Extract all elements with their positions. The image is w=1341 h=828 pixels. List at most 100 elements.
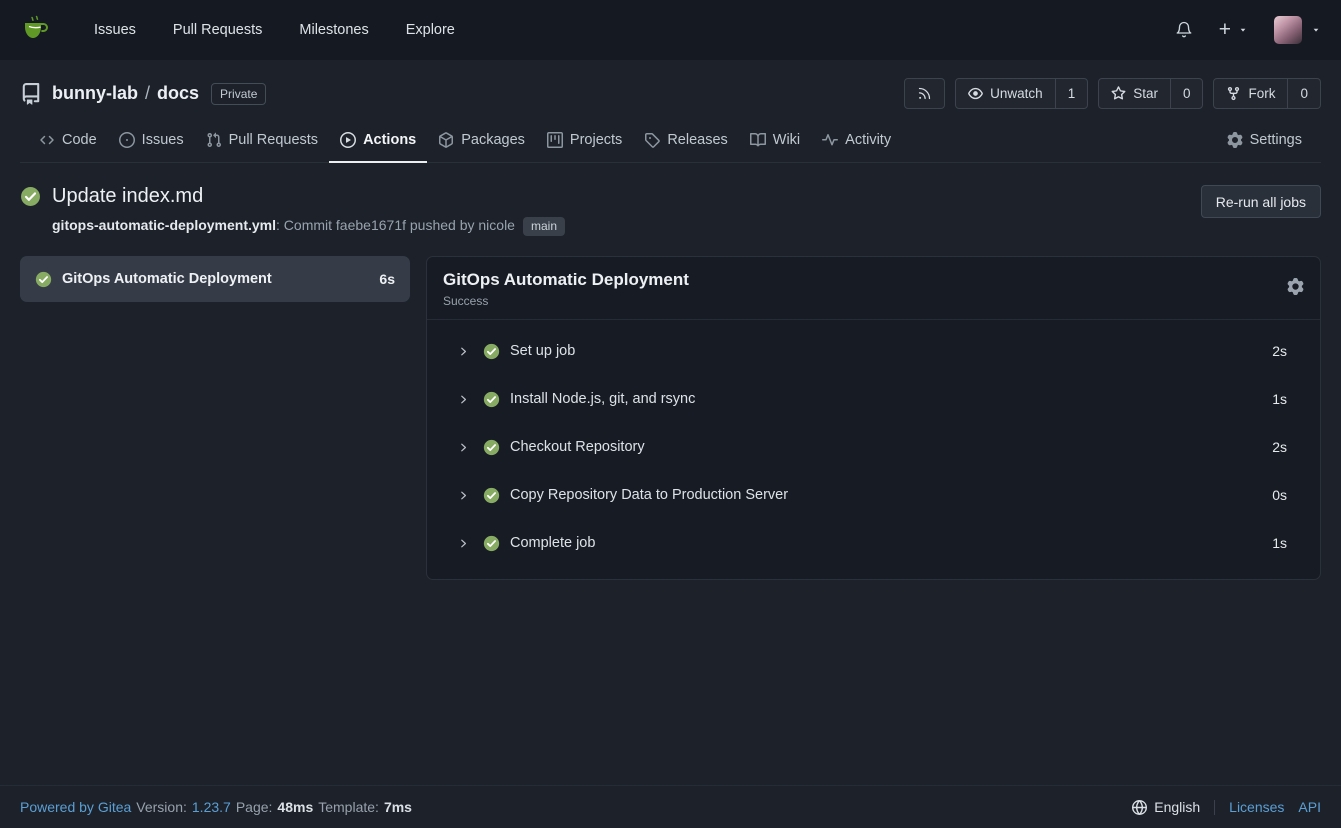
chevron-right-icon — [458, 394, 469, 405]
pulse-icon — [822, 132, 838, 148]
bell-icon — [1175, 21, 1193, 39]
page-time-value: 48ms — [277, 799, 313, 815]
job-name: GitOps Automatic Deployment — [62, 271, 272, 287]
step-success-icon — [483, 391, 500, 408]
stars-count[interactable]: 0 — [1170, 79, 1203, 108]
tab-label: Actions — [363, 132, 416, 148]
repo-tabs: Code Issues Pull Requests Actions Packag… — [20, 121, 1321, 163]
tab-code[interactable]: Code — [28, 121, 108, 163]
job-detail-card: GitOps Automatic Deployment Success Set … — [426, 256, 1321, 580]
gitea-cup-icon — [20, 14, 52, 46]
tab-settings[interactable]: Settings — [1216, 121, 1313, 163]
licenses-link[interactable]: Licenses — [1229, 799, 1284, 815]
notifications-button[interactable] — [1175, 21, 1193, 39]
step-success-icon — [483, 487, 500, 504]
rss-button[interactable] — [905, 79, 944, 108]
nav-explore[interactable]: Explore — [406, 22, 455, 38]
tab-wiki[interactable]: Wiki — [739, 121, 811, 163]
commit-author[interactable]: nicole — [478, 217, 515, 233]
chevron-down-icon — [1238, 25, 1248, 35]
user-menu-button[interactable] — [1274, 16, 1321, 44]
watchers-count[interactable]: 1 — [1055, 79, 1088, 108]
repo-header: bunny-lab / docs Private Unwatch 1 Star … — [0, 60, 1341, 163]
step-row-complete-job[interactable]: Complete job 1s — [427, 519, 1320, 567]
page-time-label: Page: — [236, 799, 273, 815]
repo-owner-link[interactable]: bunny-lab — [52, 83, 138, 104]
tab-label: Code — [62, 132, 97, 148]
template-time-value: 7ms — [384, 799, 412, 815]
code-icon — [39, 132, 55, 148]
tab-label: Wiki — [773, 132, 800, 148]
star-icon — [1111, 86, 1126, 101]
powered-by-gitea-link[interactable]: Powered by Gitea — [20, 799, 131, 815]
step-name: Copy Repository Data to Production Serve… — [510, 487, 788, 503]
unwatch-label: Unwatch — [990, 86, 1043, 101]
chevron-down-icon — [1311, 25, 1321, 35]
fork-label: Fork — [1248, 86, 1275, 101]
star-label: Star — [1133, 86, 1158, 101]
step-row-install-dependencies[interactable]: Install Node.js, git, and rsync 1s — [427, 375, 1320, 423]
language-selector[interactable]: English — [1132, 799, 1200, 815]
tab-activity[interactable]: Activity — [811, 121, 902, 163]
tab-releases[interactable]: Releases — [633, 121, 738, 163]
chevron-right-icon — [458, 346, 469, 357]
job-success-check-icon — [35, 271, 52, 288]
rss-icon — [917, 86, 932, 101]
step-duration: 2s — [1272, 439, 1287, 455]
step-name: Complete job — [510, 535, 595, 551]
step-row-copy-repository-data[interactable]: Copy Repository Data to Production Serve… — [427, 471, 1320, 519]
nav-milestones[interactable]: Milestones — [299, 22, 368, 38]
nav-issues[interactable]: Issues — [94, 22, 136, 38]
step-duration: 0s — [1272, 487, 1287, 503]
forks-count[interactable]: 0 — [1287, 79, 1320, 108]
step-success-icon — [483, 439, 500, 456]
navbar-right: + — [1175, 16, 1321, 44]
nav-pull-requests[interactable]: Pull Requests — [173, 22, 262, 38]
rerun-all-jobs-button[interactable]: Re-run all jobs — [1201, 185, 1321, 218]
repo-separator: / — [145, 83, 150, 104]
step-name: Checkout Repository — [510, 439, 645, 455]
step-name: Install Node.js, git, and rsync — [510, 391, 695, 407]
gear-icon — [1287, 278, 1304, 295]
chevron-right-icon — [458, 538, 469, 549]
pull-request-icon — [206, 132, 222, 148]
language-label: English — [1154, 799, 1200, 815]
globe-icon — [1132, 800, 1147, 815]
steps-list: Set up job 2s Install Node.js, git, and … — [427, 320, 1320, 579]
template-time-label: Template: — [318, 799, 379, 815]
create-new-button[interactable]: + — [1219, 21, 1248, 40]
tab-pull-requests[interactable]: Pull Requests — [195, 121, 329, 163]
step-duration: 1s — [1272, 535, 1287, 551]
gitea-logo[interactable] — [20, 14, 52, 46]
fork-button[interactable]: Fork — [1214, 79, 1287, 108]
main-nav: Issues Pull Requests Milestones Explore — [94, 22, 455, 38]
step-row-set-up-job[interactable]: Set up job 2s — [427, 327, 1320, 375]
plus-icon: + — [1219, 19, 1231, 40]
package-icon — [438, 132, 454, 148]
jobs-sidebar: GitOps Automatic Deployment 6s — [20, 256, 410, 302]
step-row-checkout-repository[interactable]: Checkout Repository 2s — [427, 423, 1320, 471]
repo-action-buttons: Unwatch 1 Star 0 Fork 0 — [904, 78, 1321, 109]
tab-label: Activity — [845, 132, 891, 148]
unwatch-button[interactable]: Unwatch — [956, 79, 1055, 108]
repo-name-link[interactable]: docs — [157, 83, 199, 104]
tab-label: Releases — [667, 132, 727, 148]
commit-sha[interactable]: faebe1671f — [336, 217, 406, 233]
job-options-button[interactable] — [1287, 278, 1304, 295]
step-success-icon — [483, 535, 500, 552]
version-link[interactable]: 1.23.7 — [192, 799, 231, 815]
tab-label: Projects — [570, 132, 622, 148]
job-item-gitops-automatic-deployment[interactable]: GitOps Automatic Deployment 6s — [20, 256, 410, 302]
book-icon — [750, 132, 766, 148]
api-link[interactable]: API — [1298, 799, 1321, 815]
version-label: Version: — [136, 799, 187, 815]
actions-run-page: Update index.md gitops-automatic-deploym… — [0, 163, 1341, 785]
star-button[interactable]: Star — [1099, 79, 1170, 108]
job-duration: 6s — [379, 271, 395, 287]
tab-packages[interactable]: Packages — [427, 121, 536, 163]
tab-projects[interactable]: Projects — [536, 121, 633, 163]
branch-badge[interactable]: main — [523, 217, 565, 236]
tab-issues[interactable]: Issues — [108, 121, 195, 163]
tab-actions[interactable]: Actions — [329, 121, 427, 163]
top-navbar: Issues Pull Requests Milestones Explore … — [0, 0, 1341, 60]
